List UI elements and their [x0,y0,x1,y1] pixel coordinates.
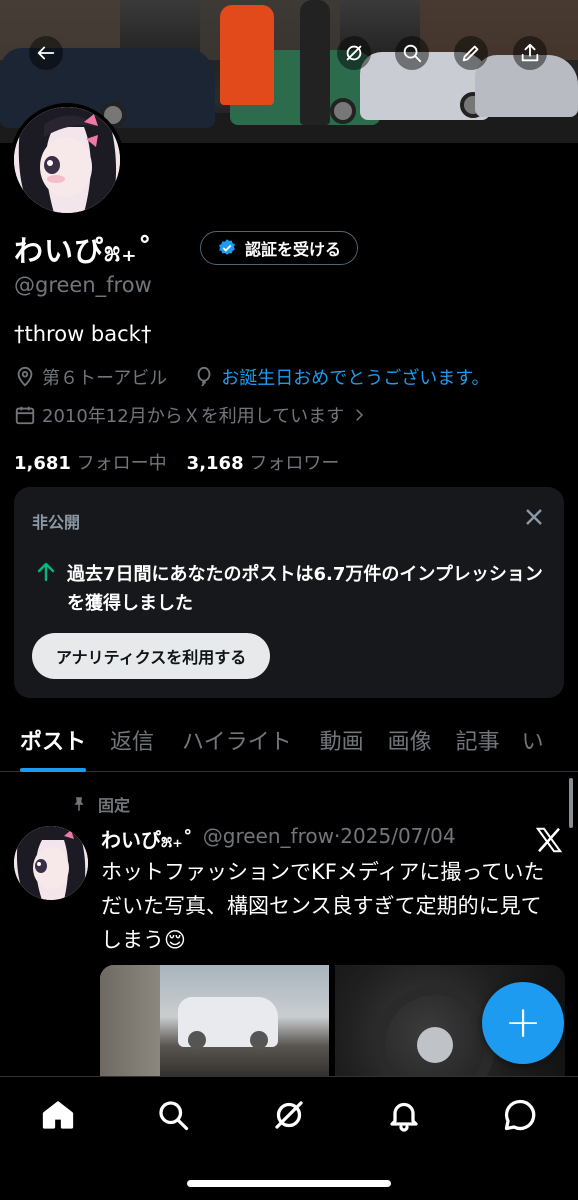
nav-notifications[interactable] [386,1097,422,1133]
avatar-image [14,107,120,213]
dismiss-card-button[interactable] [522,505,546,529]
back-button[interactable] [29,36,63,70]
back-arrow-icon [37,46,55,60]
grok-button[interactable] [337,36,371,70]
birthday-link[interactable]: お誕生日おめでとうございます。 [221,364,489,390]
profile-tabs: ポスト 返信 ハイライト 動画 画像 記事 い [0,714,578,772]
x-logo-icon [534,825,564,855]
tab-videos[interactable]: 動画 [320,714,364,771]
scrollbar[interactable] [569,778,573,828]
tab-highlights[interactable]: ハイライト [182,714,292,771]
pinned-label: 固定 [98,796,131,815]
tab-replies[interactable]: 返信 [110,714,154,771]
close-icon [526,509,542,525]
following-count: 1,681 [14,453,71,474]
post-header: わいぴ೫₊˚ @green_frow·2025/07/04 [101,824,456,853]
tab-posts[interactable]: ポスト [20,714,87,772]
pencil-icon [462,45,479,62]
profile-meta: 第６トーアビル お誕生日おめでとうございます。 [14,364,489,390]
share-button[interactable] [513,36,547,70]
post-image-car[interactable] [100,965,329,1080]
post-author-name[interactable]: わいぴ೫₊˚ [101,824,193,853]
profile-name-row: わいぴ೫₊˚ [14,228,153,270]
location-text: 第６トーアビル [42,368,168,389]
notifications-icon [390,1102,418,1132]
profile-avatar[interactable] [10,103,124,217]
get-verified-button[interactable]: 認証を受ける [200,231,359,265]
search-button[interactable] [395,36,429,70]
plus-icon: + [504,997,542,1048]
grok-icon [346,45,362,61]
messages-icon [504,1099,536,1131]
followers-link[interactable]: 3,168 フォロワー [187,449,340,475]
verified-badge-icon [219,239,235,255]
profile-handle: @green_frow [14,273,152,297]
nav-home[interactable] [40,1097,76,1133]
nav-search[interactable] [155,1097,191,1133]
post-text: ホットファッションでKFメディアに撮っていただいた写真、構図センス良すぎて定期的… [101,860,545,952]
following-link[interactable]: 1,681 フォロー中 [14,449,167,475]
nav-grok[interactable] [271,1097,307,1133]
home-icon [42,1101,74,1129]
edit-button[interactable] [454,36,488,70]
followers-count: 3,168 [186,453,244,474]
post-author-handle-date: @green_frow·2025/07/04 [202,824,456,848]
follow-stats: 1,681 フォロー中 3,168 フォロワー [14,449,339,475]
search-icon [403,44,422,63]
location-icon [17,366,33,387]
post-author-avatar[interactable] [14,826,88,900]
use-analytics-button[interactable]: アナリティクスを利用する [32,633,271,679]
chevron-right-icon [356,409,364,421]
nav-messages[interactable] [502,1097,538,1133]
following-label: フォロー中 [76,453,167,474]
get-verified-label: 認証を受ける [245,240,342,259]
joined-text: 2010年12月からＸを利用しています [42,406,345,427]
analytics-message: 過去7日間にあなたのポストは6.7万件のインプレッションを獲得しました [67,564,543,614]
search-icon [159,1101,189,1131]
trend-up-icon [34,560,58,588]
tab-articles[interactable]: 記事 [456,714,500,771]
joined-row[interactable]: 2010年12月からＸを利用しています [14,402,374,428]
compose-post-button[interactable]: + [482,982,564,1064]
home-indicator[interactable] [187,1180,391,1187]
private-label: 非公開 [32,513,81,532]
balloon-icon [197,366,211,387]
followers-label: フォロワー [249,453,340,474]
analytics-card: 非公開 過去7日間にあなたのポストは6.7万件のインプレッションを獲得しました … [14,487,564,698]
display-name: わいぴ೫₊˚ [14,234,154,268]
pin-icon [74,797,84,811]
pinned-indicator: 固定 [70,792,130,816]
profile-bio: †throw back† [14,322,152,346]
grok-icon [275,1101,303,1129]
tab-likes[interactable]: い [522,714,544,771]
tab-media[interactable]: 画像 [388,714,432,771]
calendar-icon [15,406,35,425]
share-icon [521,43,539,62]
